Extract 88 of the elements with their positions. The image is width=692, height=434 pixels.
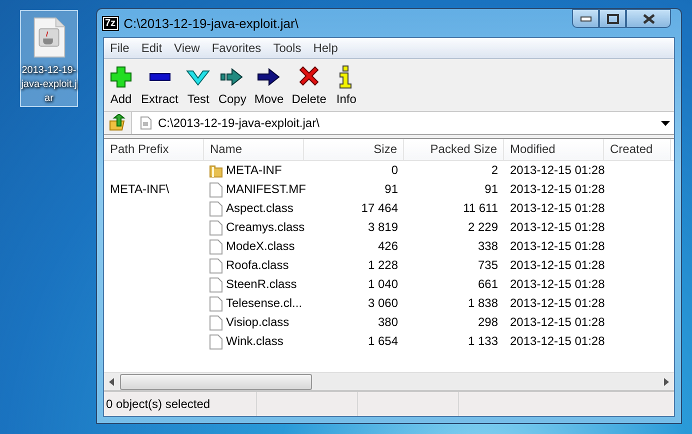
table-cell: 91	[384, 182, 398, 196]
menu-item[interactable]: Edit	[135, 41, 168, 55]
minus-icon	[148, 72, 172, 80]
x-icon	[297, 64, 322, 88]
scrollbar-thumb[interactable]	[120, 374, 312, 390]
table-cell: 2013-12-15 01:28	[510, 315, 605, 329]
status-text: 0 object(s) selected	[105, 397, 212, 411]
table-cell: 2013-12-15 01:28	[510, 220, 605, 234]
file-name: Roofa.class	[226, 257, 289, 274]
table-cell: 735	[478, 258, 498, 272]
column-header[interactable]: Packed Size	[404, 139, 504, 160]
toolbar-button[interactable]: Delete	[288, 62, 330, 108]
file-name: SteenR.class	[226, 276, 297, 293]
window-title: C:\2013-12-19-java-exploit.jar\	[124, 16, 298, 30]
table-cell: 0	[391, 163, 398, 177]
toolbar-button[interactable]: Extract	[138, 62, 182, 108]
table-cell: 3 060	[368, 296, 398, 310]
table-cell: 2	[491, 163, 498, 177]
table-cell: 1 228	[368, 258, 398, 272]
column-header[interactable]: Created	[604, 139, 671, 160]
file-name: Telesense.cl...	[226, 295, 302, 312]
file-name: Wink.class	[226, 333, 284, 350]
table-cell: 2013-12-15 01:28	[510, 163, 605, 177]
table-cell: 2013-12-15 01:28	[510, 201, 605, 215]
table-cell: 338	[478, 239, 498, 253]
menu-item[interactable]: Help	[307, 41, 344, 55]
table-cell: 426	[378, 239, 398, 253]
table-cell: 91	[484, 182, 498, 196]
plus-icon	[109, 64, 133, 88]
close-icon	[642, 14, 654, 24]
close-button[interactable]	[626, 9, 671, 28]
maximize-button[interactable]	[599, 9, 626, 28]
toolbar-button[interactable]: Copy	[215, 62, 250, 108]
file-icon	[140, 116, 152, 130]
column-header[interactable]: Modified	[504, 139, 604, 160]
file-icon	[209, 182, 223, 198]
toolbar-button[interactable]: Test	[183, 62, 214, 108]
toolbar-button[interactable]: Add	[106, 62, 136, 108]
file-icon	[209, 258, 223, 274]
table-cell: 2013-12-15 01:28	[510, 296, 605, 310]
table-cell: 380	[378, 315, 398, 329]
table-cell: 2013-12-15 01:28	[510, 277, 605, 291]
table-cell: 2 229	[468, 220, 498, 234]
file-name: MANIFEST.MF	[226, 181, 306, 198]
file-name: Creamys.class	[226, 219, 305, 236]
minimize-button[interactable]	[572, 9, 599, 28]
table-cell: 1 040	[368, 277, 398, 291]
file-name: META-INF	[226, 162, 282, 179]
column-header[interactable]: Size	[304, 139, 404, 160]
table-cell: META-INF\	[110, 182, 170, 196]
file-name: ModeX.class	[226, 238, 295, 255]
file-icon	[209, 276, 223, 292]
file-icon	[209, 314, 223, 330]
file-icon	[209, 238, 223, 254]
table-cell: 298	[478, 315, 498, 329]
table-cell: 1 654	[368, 334, 398, 348]
maximize-icon	[606, 14, 618, 24]
table-cell: 2013-12-15 01:28	[510, 239, 605, 253]
table-cell: 1 133	[468, 334, 498, 348]
java-file-icon	[32, 17, 66, 58]
table-cell: 17 464	[361, 201, 398, 215]
toolbar-button[interactable]: Move	[251, 62, 287, 108]
file-icon	[209, 200, 223, 216]
file-name: Aspect.class	[226, 200, 294, 217]
menu-item[interactable]: File	[104, 41, 136, 55]
address-field[interactable]: C:\2013-12-19-java-exploit.jar\	[132, 112, 674, 134]
folder-up-icon	[108, 114, 126, 132]
table-cell: 661	[478, 277, 498, 291]
table-cell: 2013-12-15 01:28	[510, 334, 605, 348]
minimize-icon	[580, 16, 592, 22]
menu-item[interactable]: View	[168, 41, 206, 55]
table-cell: 2013-12-15 01:28	[510, 182, 605, 196]
dropdown-arrow-icon	[661, 120, 670, 126]
file-icon	[209, 296, 223, 312]
app-logo: 7z	[103, 16, 118, 30]
column-header[interactable]: Path Prefix	[104, 139, 204, 160]
menu-item[interactable]: Tools	[267, 41, 308, 55]
menu-item[interactable]: Favorites	[206, 41, 268, 55]
toolbar-button[interactable]: Info	[331, 62, 362, 108]
table-cell: 1 838	[468, 296, 498, 310]
table-cell: 11 611	[463, 201, 498, 215]
file-icon	[209, 220, 223, 236]
file-icon	[209, 334, 223, 350]
folder-icon	[209, 164, 223, 178]
table-cell: 3 819	[368, 220, 398, 234]
file-name: Visiop.class	[226, 314, 290, 331]
table-cell: 2013-12-15 01:28	[510, 258, 605, 272]
column-header[interactable]: Name	[204, 139, 304, 160]
